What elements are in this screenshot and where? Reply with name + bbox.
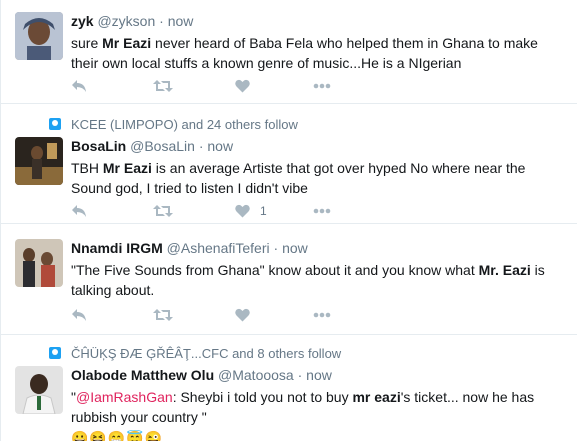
tweet-text: "The Five Sounds from Ghana" know about … bbox=[71, 260, 568, 300]
reply-icon bbox=[72, 309, 86, 321]
tweet-content: BosaLin @BosaLin · now TBH Mr Eazi is an… bbox=[71, 137, 568, 198]
like-button[interactable]: 1 bbox=[235, 201, 267, 221]
separator: · bbox=[269, 240, 283, 256]
avatar-image bbox=[15, 366, 63, 414]
timestamp[interactable]: now bbox=[168, 13, 194, 29]
retweet-button[interactable] bbox=[153, 201, 173, 221]
tweet-text-part: sure bbox=[71, 35, 103, 51]
more-icon bbox=[313, 208, 331, 214]
reply-button[interactable] bbox=[71, 76, 87, 96]
user-handle[interactable]: @AshenafiTeferi bbox=[167, 240, 270, 256]
tweet-feed: zyk @zykson · now sure Mr Eazi never hea… bbox=[0, 0, 577, 441]
tweet-text-part: TBH bbox=[71, 160, 103, 176]
separator: · bbox=[293, 367, 307, 383]
tweet-keyword: Mr Eazi bbox=[102, 35, 152, 51]
like-button[interactable] bbox=[235, 305, 250, 325]
display-name[interactable]: Nnamdi IRGM bbox=[71, 240, 163, 256]
separator: · bbox=[155, 13, 168, 29]
tweet-keyword: Mr. Eazi bbox=[478, 262, 531, 278]
timestamp[interactable]: now bbox=[207, 138, 233, 154]
tweet-text-part: : Sheybi i told you not to buy bbox=[172, 389, 353, 405]
avatar-image bbox=[15, 137, 63, 185]
avatar-image bbox=[15, 12, 63, 60]
tweet-item[interactable]: ČĤÜĶŞ ÐÆ ĢŘÊÂŢ...CFC and 8 others follow… bbox=[1, 336, 577, 441]
follow-context-text[interactable]: KCEE (LIMPOPO) and 24 others follow bbox=[71, 117, 298, 132]
avatar-image bbox=[15, 239, 63, 287]
tweet-keyword: Mr Eazi bbox=[102, 160, 152, 176]
tweet-text: "@IamRashGan: Sheybi i told you not to b… bbox=[71, 389, 535, 425]
user-handle[interactable]: @BosaLin bbox=[130, 138, 195, 154]
tweet-actions: 1 bbox=[71, 201, 371, 221]
tweet-text: sure Mr Eazi never heard of Baba Fela wh… bbox=[71, 33, 568, 73]
retweet-icon bbox=[153, 309, 173, 321]
reply-icon bbox=[72, 205, 86, 217]
tweet-item[interactable]: zyk @zykson · now sure Mr Eazi never hea… bbox=[1, 0, 577, 104]
tweet-header: Nnamdi IRGM @AshenafiTeferi · now bbox=[71, 239, 568, 257]
emoji-row: 😀😆😁😇😜 bbox=[71, 430, 164, 441]
more-icon bbox=[313, 312, 331, 318]
tweet-content: Olabode Matthew Olu @Matooosa · now "@Ia… bbox=[71, 366, 568, 441]
display-name[interactable]: zyk bbox=[71, 13, 94, 29]
tweet-header: BosaLin @BosaLin · now bbox=[71, 137, 568, 155]
retweet-button[interactable] bbox=[153, 76, 173, 96]
social-context: KCEE (LIMPOPO) and 24 others follow bbox=[49, 115, 298, 133]
like-icon bbox=[235, 204, 250, 218]
social-context: ČĤÜĶŞ ÐÆ ĢŘÊÂŢ...CFC and 8 others follow bbox=[49, 344, 341, 362]
retweet-icon bbox=[153, 80, 173, 92]
avatar[interactable] bbox=[15, 12, 63, 60]
tweet-header: Olabode Matthew Olu @Matooosa · now bbox=[71, 366, 568, 384]
more-button[interactable] bbox=[313, 76, 331, 96]
avatar[interactable] bbox=[15, 239, 63, 287]
follow-context-text[interactable]: ČĤÜĶŞ ÐÆ ĢŘÊÂŢ...CFC and 8 others follow bbox=[71, 346, 341, 361]
timestamp[interactable]: now bbox=[282, 240, 308, 256]
more-button[interactable] bbox=[313, 201, 331, 221]
tweet-header: zyk @zykson · now bbox=[71, 12, 568, 30]
reply-button[interactable] bbox=[71, 305, 87, 325]
tweet-item[interactable]: KCEE (LIMPOPO) and 24 others follow Bosa… bbox=[1, 105, 577, 224]
tweet-text-part: "The Five Sounds from Ghana" know about … bbox=[71, 262, 479, 278]
avatar[interactable] bbox=[15, 137, 63, 185]
avatar[interactable] bbox=[15, 366, 63, 414]
retweet-icon bbox=[153, 205, 173, 217]
reply-icon bbox=[72, 80, 86, 92]
display-name[interactable]: BosaLin bbox=[71, 138, 126, 154]
separator: · bbox=[194, 138, 208, 154]
follow-icon bbox=[49, 347, 61, 359]
tweet-actions bbox=[71, 76, 371, 96]
like-icon bbox=[235, 79, 250, 93]
more-button[interactable] bbox=[313, 305, 331, 325]
tweet-item[interactable]: Nnamdi IRGM @AshenafiTeferi · now "The F… bbox=[1, 225, 577, 335]
mention-link[interactable]: @IamRashGan bbox=[76, 389, 173, 405]
like-button[interactable] bbox=[235, 76, 250, 96]
tweet-content: Nnamdi IRGM @AshenafiTeferi · now "The F… bbox=[71, 239, 568, 300]
tweet-text: TBH Mr Eazi is an average Artiste that g… bbox=[71, 158, 568, 198]
like-icon bbox=[235, 308, 250, 322]
reply-button[interactable] bbox=[71, 201, 87, 221]
like-count: 1 bbox=[260, 204, 267, 218]
timestamp[interactable]: now bbox=[306, 367, 332, 383]
user-handle[interactable]: @Matooosa bbox=[218, 367, 294, 383]
retweet-button[interactable] bbox=[153, 305, 173, 325]
more-icon bbox=[313, 83, 331, 89]
follow-icon bbox=[49, 118, 61, 130]
tweet-keyword: mr eazi bbox=[352, 389, 401, 405]
tweet-content: zyk @zykson · now sure Mr Eazi never hea… bbox=[71, 12, 568, 73]
display-name[interactable]: Olabode Matthew Olu bbox=[71, 367, 214, 383]
tweet-actions bbox=[71, 305, 371, 325]
user-handle[interactable]: @zykson bbox=[97, 13, 155, 29]
